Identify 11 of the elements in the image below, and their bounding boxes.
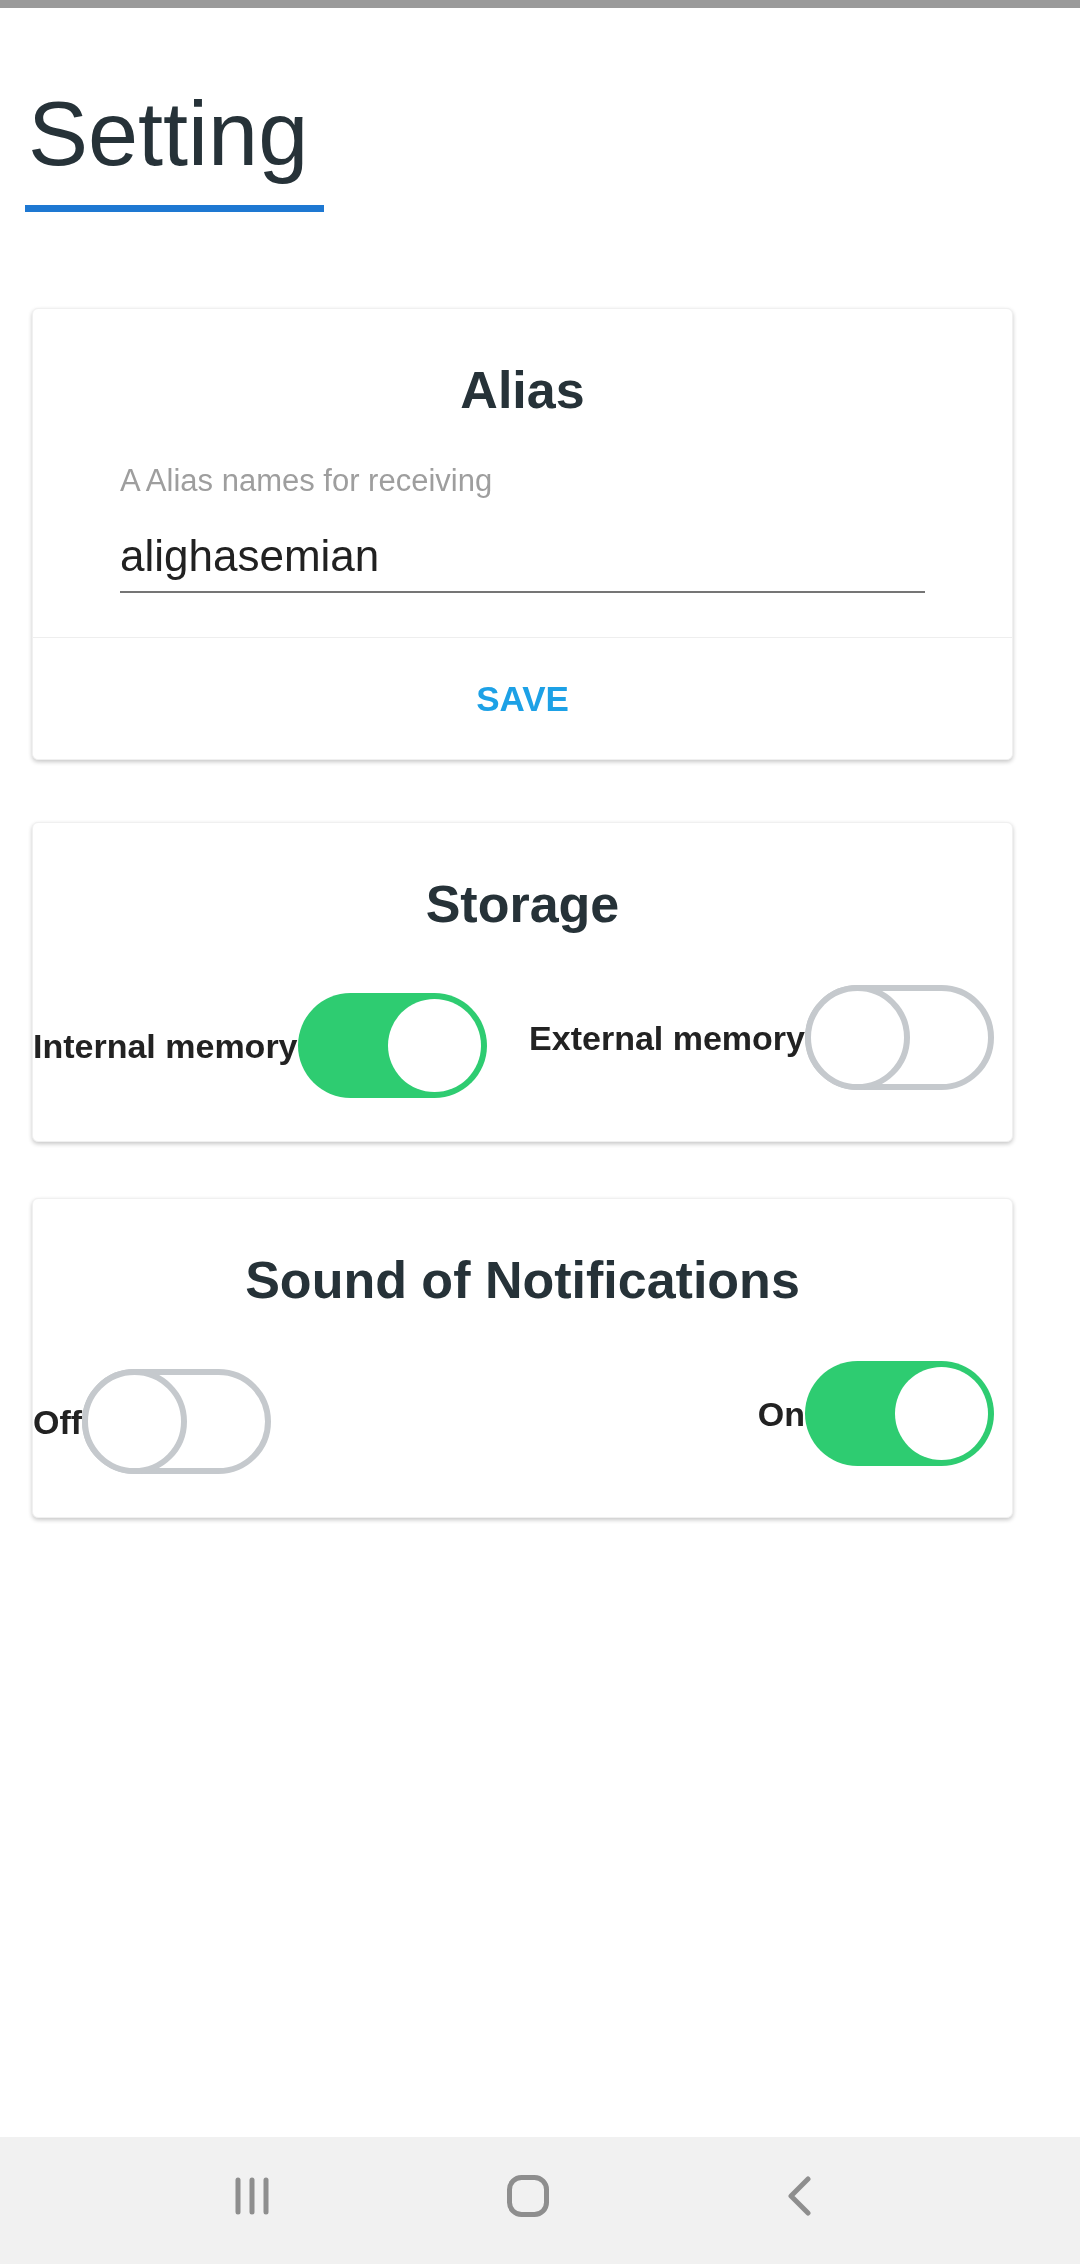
- back-icon[interactable]: [787, 2175, 811, 2216]
- card-title: Alias: [460, 360, 585, 416]
- card-title: Sound of Notifications: [245, 1250, 800, 1306]
- home-icon[interactable]: [507, 2174, 549, 2217]
- alias-field[interactable]: A Alias names for receiving alighasemian: [120, 465, 925, 593]
- toggle-label: Off: [33, 1404, 83, 1439]
- toggle-label: On: [757, 1396, 805, 1431]
- page-title: Setting: [25, 89, 325, 212]
- toggle-label: External memory: [529, 1020, 805, 1055]
- recent-apps-icon[interactable]: [235, 2176, 269, 2215]
- toggle-label: Internal memory: [33, 1028, 298, 1063]
